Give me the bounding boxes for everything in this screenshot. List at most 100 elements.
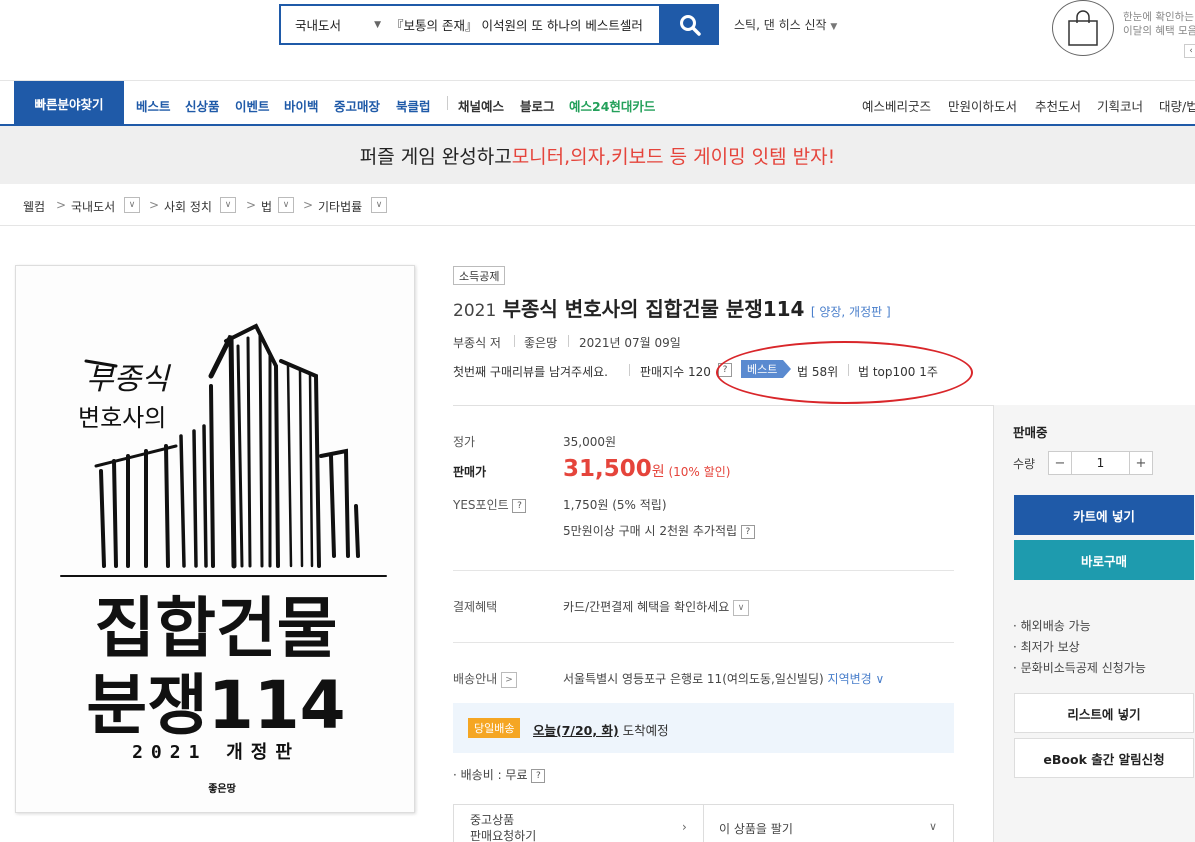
nav-right-bulk[interactable]: 대량/법인 xyxy=(1159,96,1195,115)
nav-right-special[interactable]: 기획코너 xyxy=(1097,96,1143,115)
promo-prev-button[interactable]: ‹ xyxy=(1184,44,1195,58)
payment-benefit[interactable]: 카드/간편결제 혜택을 확인하세요 ∨ xyxy=(563,598,750,616)
benefit-overseas: · 해외배송 가능 xyxy=(1013,619,1091,633)
breadcrumb-law[interactable]: 법 xyxy=(261,198,272,215)
used-sell-divider xyxy=(703,804,704,842)
sales-index: 판매지수 120 xyxy=(640,365,711,379)
breadcrumb-dropdown[interactable]: ∨ xyxy=(371,197,387,213)
list-price-value: 35,000원 xyxy=(563,435,617,449)
nav-divider-top xyxy=(0,80,1195,81)
nav-item-best[interactable]: 베스트 xyxy=(136,96,171,115)
quantity-decrease-button[interactable]: − xyxy=(1049,452,1071,474)
annotation-circle xyxy=(716,341,973,404)
chevron-down-icon: ∨ xyxy=(929,820,938,833)
same-day-date[interactable]: 오늘(7/20, 화) xyxy=(533,723,619,738)
buy-now-button[interactable]: 바로구매 xyxy=(1014,540,1194,580)
add-to-cart-button[interactable]: 카트에 넣기 xyxy=(1014,495,1194,535)
income-deduction-tag: 소득공제 xyxy=(453,266,506,285)
nav-item-yes24-card[interactable]: 예스24현대카드 xyxy=(569,96,655,115)
extra-points: 5만원이상 구매 시 2천원 추가적립 ? xyxy=(563,522,755,539)
region-change-link[interactable]: 지역변경 ∨ xyxy=(828,672,885,686)
same-day-badge-label: 당일배송 xyxy=(474,722,515,735)
chevron-right-icon: > xyxy=(246,198,257,212)
nav-item-new[interactable]: 신상품 xyxy=(185,96,220,115)
ebook-alert-label: eBook 출간 알림신청 xyxy=(1043,751,1165,767)
nav-item-bookclub[interactable]: 북클럽 xyxy=(396,96,431,115)
caret-down-icon: ▼ xyxy=(830,22,838,32)
breadcrumb-society[interactable]: 사회 정치 xyxy=(164,198,212,215)
payment-benefit-text: 카드/간편결제 혜택을 확인하세요 xyxy=(563,600,730,614)
chevron-left-icon: ‹ xyxy=(1189,46,1193,56)
quantity-increase-button[interactable]: + xyxy=(1130,452,1152,474)
quick-category-button[interactable]: 빠른분야찾기 xyxy=(14,81,124,125)
cover-title-line2: 분쟁114 xyxy=(86,667,345,744)
used-line-1: 중고상품 xyxy=(470,813,515,827)
search-input[interactable] xyxy=(391,17,659,32)
search-button[interactable] xyxy=(661,4,719,45)
quantity-stepper: − 1 + xyxy=(1048,451,1153,475)
ebook-alert-button[interactable]: eBook 출간 알림신청 xyxy=(1014,738,1194,778)
cover-publisher: 좋은땅 xyxy=(208,782,236,795)
keyword-text: 스틱, 댄 히스 신작 xyxy=(734,18,827,32)
delivery-label: 배송안내 > xyxy=(453,670,517,688)
monthly-benefit-promo[interactable]: 한눈에 확인하는 이달의 혜택 모음 xyxy=(1123,10,1195,38)
chevron-right-icon: > xyxy=(56,198,67,212)
quick-category-label: 빠른분야찾기 xyxy=(34,96,104,112)
breadcrumb-dropdown[interactable]: ∨ xyxy=(278,197,294,213)
sale-price: 31,500원 (10% 할인) xyxy=(563,456,730,482)
breadcrumb-dropdown[interactable]: ∨ xyxy=(220,197,236,213)
book-cover-art: 부종식 변호사의 집합건물 분쟁114 2021 개정판 좋은땅 xyxy=(16,266,414,812)
quantity-input[interactable]: 1 xyxy=(1071,452,1130,474)
used-request-button[interactable]: 중고상품 판매요청하기 xyxy=(470,812,536,842)
nav-item-used-store[interactable]: 중고매장 xyxy=(334,96,380,115)
publisher-link[interactable]: 좋은땅 xyxy=(524,334,557,351)
sell-item-button[interactable]: 이 상품을 팔기 xyxy=(719,820,793,837)
benefit-culture-deduction: · 문화비소득공제 신청가능 xyxy=(1013,661,1146,675)
author-link[interactable]: 부종식 저 xyxy=(453,334,501,351)
shopping-bag-promo[interactable] xyxy=(1052,0,1114,56)
breadcrumb-home[interactable]: 웰컴 xyxy=(23,198,45,215)
meta-separator xyxy=(514,335,515,347)
title-edition: [ 양장, 개정판 ] xyxy=(810,305,891,319)
breadcrumb-dropdown[interactable]: ∨ xyxy=(124,197,140,213)
event-banner[interactable]: 퍼즐 게임 완성하고 모니터,의자,키보드 등 게이밍 잇템 받자! xyxy=(0,126,1195,184)
banner-highlight: 모니터,의자,키보드 등 게이밍 잇템 받자! xyxy=(511,145,836,168)
delivery-label-text: 배송안내 xyxy=(453,672,498,686)
nav-item-channel-yes[interactable]: 채널예스 xyxy=(458,96,504,115)
payment-label: 결제혜택 xyxy=(453,600,498,614)
nav-right-recommended[interactable]: 추천도서 xyxy=(1035,96,1081,115)
used-line-2: 판매요청하기 xyxy=(470,829,537,842)
sale-price-number: 31,500 xyxy=(563,456,652,482)
same-day-eta: 오늘(7/20, 화) 도착예정 xyxy=(533,720,669,739)
nav-item-blog[interactable]: 블로그 xyxy=(520,96,555,115)
nav-right-under10k[interactable]: 만원이하도서 xyxy=(948,96,1017,115)
help-question-icon[interactable]: ? xyxy=(740,524,755,539)
same-day-badge: 당일배송 xyxy=(468,718,521,738)
points-value: 1,750원 (5% 적립) xyxy=(563,498,667,512)
shopping-bag-icon xyxy=(1068,10,1098,46)
nav-item-event[interactable]: 이벤트 xyxy=(235,96,270,115)
quantity-label: 수량 xyxy=(1013,457,1036,471)
breadcrumb-other-law[interactable]: 기타법률 xyxy=(318,198,362,215)
help-question-icon[interactable]: ? xyxy=(531,768,546,783)
sale-price-unit: 원 xyxy=(651,464,665,480)
nav-right-goods[interactable]: 예스베리굿즈 xyxy=(862,96,931,115)
chevron-down-icon: ▼ xyxy=(374,19,381,30)
cover-title-line1: 집합건물 xyxy=(95,590,338,667)
help-question-icon[interactable]: ? xyxy=(512,498,527,513)
add-to-cart-label: 카트에 넣기 xyxy=(1073,508,1135,524)
recommended-keyword[interactable]: 스틱, 댄 히스 신작 ▼ xyxy=(734,16,837,33)
meta-separator xyxy=(629,364,630,376)
search-category-select[interactable]: 국내도서 ▼ xyxy=(281,15,391,34)
chevron-right-icon[interactable]: > xyxy=(501,671,517,688)
add-to-list-button[interactable]: 리스트에 넣기 xyxy=(1014,693,1194,733)
chevron-right-icon: › xyxy=(682,820,687,834)
nav-separator xyxy=(447,96,448,110)
search-category-label: 국내도서 xyxy=(295,18,342,33)
book-cover-image[interactable]: 부종식 변호사의 집합건물 분쟁114 2021 개정판 좋은땅 xyxy=(15,265,415,813)
nav-item-buyback[interactable]: 바이백 xyxy=(284,96,319,115)
add-to-list-label: 리스트에 넣기 xyxy=(1067,706,1141,722)
breadcrumb-domestic[interactable]: 국내도서 xyxy=(71,198,115,215)
chevron-right-icon: > xyxy=(303,198,314,212)
write-review-link[interactable]: 첫번째 구매리뷰를 남겨주세요. xyxy=(453,363,608,380)
